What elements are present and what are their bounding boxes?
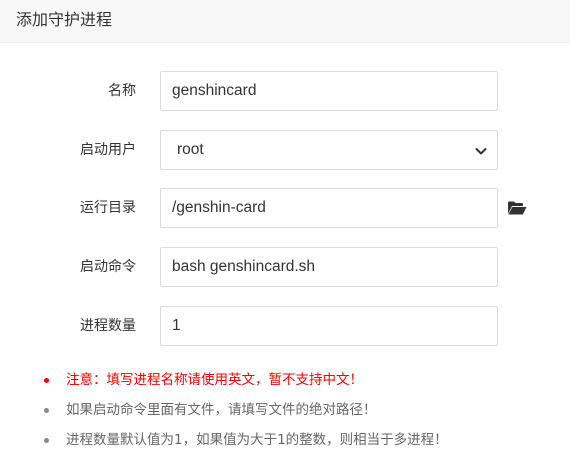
note-item: 注意：填写进程名称请使用英文，暂不支持中文！ — [44, 368, 564, 398]
form-row-count: 进程数量 — [0, 306, 570, 346]
name-input[interactable] — [160, 71, 498, 111]
chevron-down-icon — [475, 148, 487, 155]
dir-input[interactable] — [160, 188, 498, 228]
folder-open-icon[interactable] — [507, 200, 527, 216]
user-select-value: root — [177, 141, 204, 158]
dialog-title: 添加守护进程 — [16, 10, 113, 29]
user-select[interactable]: root — [160, 130, 498, 170]
count-input[interactable] — [160, 306, 498, 346]
form-row-dir: 运行目录 — [0, 188, 570, 228]
form-row-name: 名称 — [0, 71, 570, 111]
bullet-icon — [44, 378, 49, 383]
form-row-user: 启动用户 root — [0, 130, 570, 170]
count-label: 进程数量 — [80, 318, 136, 334]
dialog-header: 添加守护进程 — [0, 0, 570, 43]
help-notes: 注意：填写进程名称请使用英文，暂不支持中文！ 如果启动命令里面有文件，请填写文件… — [44, 368, 564, 458]
form-row-command: 启动命令 — [0, 247, 570, 287]
bullet-icon — [44, 438, 49, 443]
bullet-icon — [44, 408, 49, 413]
command-label: 启动命令 — [80, 259, 136, 275]
note-text: 如果启动命令里面有文件，请填写文件的绝对路径！ — [66, 402, 377, 418]
name-label: 名称 — [108, 83, 136, 99]
note-text: 进程数量默认值为1，如果值为大于1的整数，则相当于多进程！ — [66, 432, 448, 448]
command-input[interactable] — [160, 247, 498, 287]
note-item: 如果启动命令里面有文件，请填写文件的绝对路径！ — [44, 398, 564, 428]
note-text: 注意：填写进程名称请使用英文，暂不支持中文！ — [66, 372, 363, 388]
note-item: 进程数量默认值为1，如果值为大于1的整数，则相当于多进程！ — [44, 428, 564, 458]
user-label: 启动用户 — [80, 142, 136, 158]
dir-label: 运行目录 — [80, 200, 136, 216]
